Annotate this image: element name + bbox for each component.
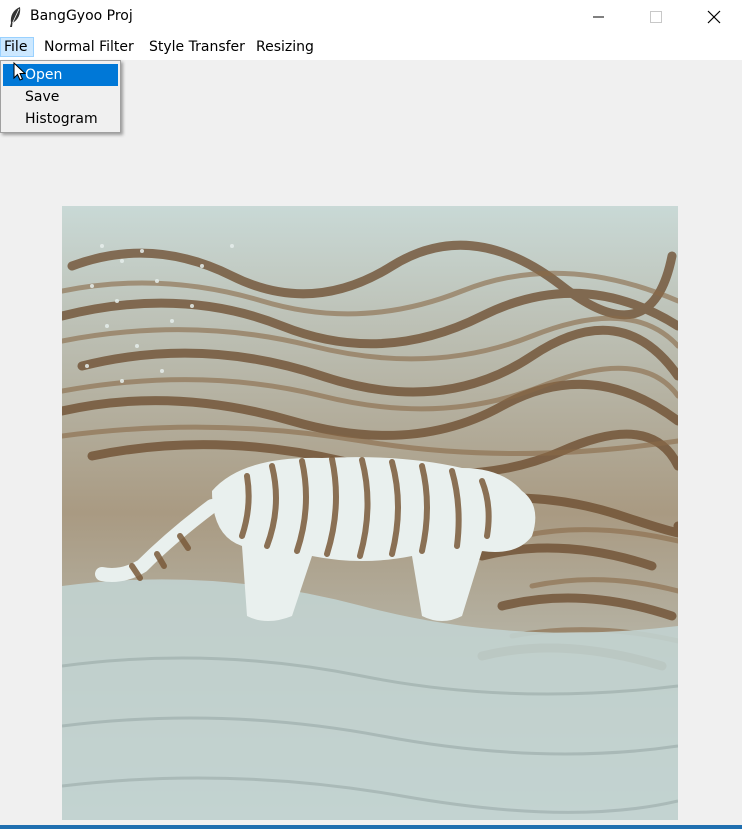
minimize-icon	[593, 11, 605, 23]
feather-icon	[8, 6, 22, 28]
menu-resizing[interactable]: Resizing	[253, 37, 317, 57]
close-button[interactable]	[685, 0, 742, 34]
maximize-button[interactable]	[627, 0, 685, 34]
minimize-button[interactable]	[570, 0, 628, 34]
menu-bar: File Normal Filter Style Transfer Resizi…	[0, 34, 742, 60]
maximize-icon	[650, 11, 662, 23]
menu-item-histogram[interactable]: Histogram	[3, 108, 118, 130]
menu-file[interactable]: File	[0, 37, 34, 57]
menu-normal-filter[interactable]: Normal Filter	[41, 37, 137, 57]
image-canvas	[62, 206, 678, 820]
menu-style-transfer[interactable]: Style Transfer	[146, 37, 248, 57]
title-bar[interactable]: BangGyoo Proj	[0, 0, 742, 34]
close-icon	[707, 10, 721, 24]
mouse-cursor-icon	[13, 61, 27, 82]
tiger-image	[62, 206, 678, 820]
taskbar-edge	[0, 825, 742, 829]
window-title: BangGyoo Proj	[30, 8, 133, 24]
menu-item-save[interactable]: Save	[3, 86, 118, 108]
